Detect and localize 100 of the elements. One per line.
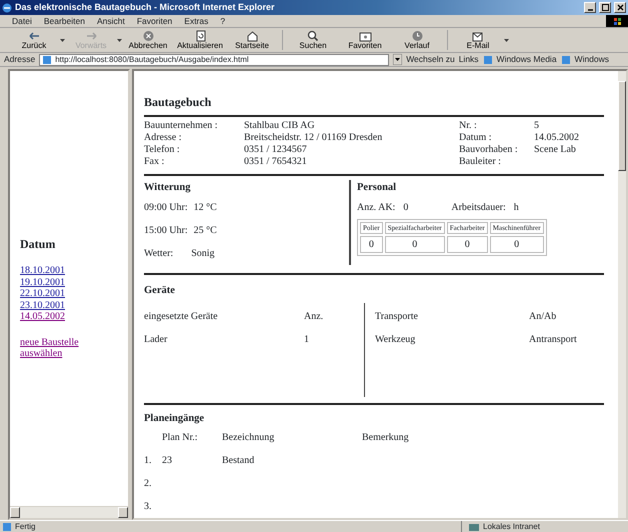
field-value: Scene Lab — [534, 144, 577, 156]
toolbar-button[interactable]: Favoriten — [339, 30, 391, 50]
page-icon — [42, 54, 52, 64]
address-label: Adresse — [4, 53, 36, 66]
field-label: Telefon : — [144, 144, 181, 156]
link-button[interactable]: Windows — [574, 53, 610, 66]
table-cell-text: Werkzeug — [375, 332, 416, 346]
staff-count-value: 0 — [403, 200, 410, 215]
address-text: http://localhost:8080/Bautagebuch/Ausgabe/index.html — [55, 54, 249, 64]
section-heading: Planeingänge — [144, 412, 206, 426]
field-label: Nr. : — [459, 120, 478, 132]
zone-label: Lokales Intranet — [483, 520, 540, 532]
menu-item[interactable]: ? — [214, 14, 232, 28]
field-value: Stahlbau CIB AG — [244, 120, 316, 132]
column-header: Bezeichnung — [222, 431, 276, 446]
field-value: Breitscheidstr. 12 / 01169 Dresden — [244, 132, 384, 144]
table-cell-text: Lader — [144, 332, 168, 346]
duration-label: Arbeitsdauer: — [451, 200, 506, 215]
column-header: Plan Nr.: — [162, 431, 199, 446]
table-cell-text: 23 — [162, 454, 173, 468]
table-cell: 0 — [446, 236, 488, 254]
sidebar-heading: Datum — [20, 236, 56, 253]
column-header: Bemerkung — [362, 431, 410, 446]
column-header: Anz. — [304, 310, 324, 324]
field-label: Datum : — [459, 132, 492, 144]
menu-item[interactable]: Datei — [6, 14, 38, 28]
field-label: Bauleiter : — [459, 156, 502, 168]
date-link[interactable]: 23.10.2001 — [20, 300, 128, 311]
stop-icon — [140, 30, 156, 42]
history-icon — [410, 30, 424, 42]
field-value: 0351 / 7654321 — [244, 156, 308, 168]
go-button[interactable]: Wechseln zu — [406, 53, 455, 66]
table-cell-text: 1 — [304, 332, 310, 346]
weather-temperature: 12 °C — [194, 200, 217, 215]
maximize-icon — [600, 3, 610, 12]
toolbar-button[interactable]: Aktualisieren — [174, 30, 226, 50]
column-header: eingesetzte Geräte — [144, 310, 219, 324]
field-label: Bauvorhaben : — [459, 144, 519, 156]
caret-icon[interactable] — [60, 38, 65, 42]
field-label: Adresse : — [144, 132, 182, 144]
link-button[interactable]: Windows Media — [496, 53, 557, 66]
date-link[interactable]: 18.10.2001 — [20, 265, 128, 276]
close-icon — [616, 3, 624, 12]
new-site-link[interactable]: neue Baustelle auswählen — [20, 336, 100, 360]
arrow-left-icon — [26, 30, 42, 42]
table-cell: 0 — [490, 236, 544, 254]
table-cell: 0 — [360, 236, 383, 254]
scroll-right-button[interactable] — [118, 507, 128, 518]
table-cell-text: Bestand — [222, 454, 256, 468]
field-label: Bauunternehmen : — [144, 120, 219, 132]
field-value: 14.05.2002 — [534, 132, 580, 144]
toolbar-button[interactable]: Abbrechen — [122, 30, 174, 50]
date-link[interactable]: 14.05.2002 — [20, 311, 128, 322]
menu-item[interactable]: Favoriten — [130, 14, 178, 28]
dropdown-icon[interactable] — [393, 54, 402, 65]
weather-value: Sonig — [191, 246, 215, 261]
menu-item[interactable]: Bearbeiten — [38, 14, 91, 28]
weather-temperature: 25 °C — [194, 224, 217, 238]
section-heading: Geräte — [144, 284, 176, 298]
minimize-button[interactable] — [584, 2, 596, 13]
status-text: Fertig — [15, 520, 36, 532]
column-header: An/Ab — [529, 310, 558, 324]
date-link[interactable]: 19.10.2001 — [20, 276, 128, 288]
toolbar-button[interactable]: E-Mail — [452, 30, 504, 50]
toolbar-button[interactable]: Zurück — [8, 30, 60, 50]
menu-item[interactable]: Ansicht — [90, 14, 131, 28]
column-header: Transporte — [375, 310, 419, 324]
weather-time: 09:00 Uhr: — [144, 200, 188, 215]
links-label[interactable]: Links — [458, 53, 479, 66]
toolbar-button[interactable]: Startseite — [226, 30, 278, 50]
network-icon — [468, 522, 480, 532]
windows-logo-icon — [606, 15, 628, 27]
weather-time: 15:00 Uhr: — [144, 224, 188, 238]
row-number: 2. — [144, 477, 152, 492]
page-icon — [560, 54, 571, 64]
toolbar-button[interactable]: Suchen — [287, 30, 339, 50]
table-cell-text: Antransport — [529, 332, 578, 346]
page-title: Bautagebuch — [144, 94, 212, 111]
field-value: 5 — [534, 120, 540, 132]
date-link[interactable]: 22.10.2001 — [20, 288, 128, 300]
close-button[interactable] — [614, 2, 626, 13]
mail-icon — [470, 30, 486, 42]
toolbar-button[interactable]: Verlauf — [391, 30, 443, 50]
maximize-button[interactable] — [599, 2, 611, 13]
section-heading: Personal — [357, 181, 398, 195]
row-number: 3. — [144, 500, 152, 514]
weather-label: Wetter: — [144, 246, 174, 261]
field-label: Fax : — [144, 156, 166, 168]
scrollbar-thumb[interactable] — [618, 81, 626, 171]
search-icon — [306, 30, 320, 42]
address-field[interactable]: http://localhost:8080/Bautagebuch/Ausgabe/index.html — [39, 54, 390, 66]
home-icon — [244, 30, 260, 42]
page-icon — [482, 54, 493, 64]
page-icon — [2, 522, 12, 532]
scroll-left-button[interactable] — [10, 507, 20, 518]
caret-icon[interactable] — [504, 38, 509, 42]
window-title: Das elektronische Bautagebuch - Microsoft Internet Explorer — [15, 0, 275, 14]
field-value: 0351 / 1234567 — [244, 144, 308, 156]
menu-item[interactable]: Extras — [178, 14, 214, 28]
table-cell: 0 — [384, 236, 445, 254]
